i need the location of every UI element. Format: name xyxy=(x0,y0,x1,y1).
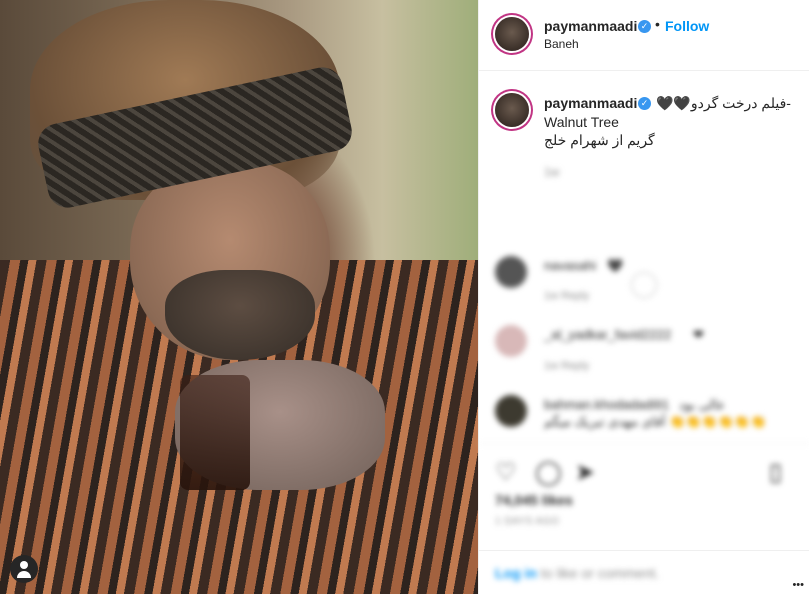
likes-count[interactable]: 74,045 likes xyxy=(495,492,573,508)
share-icon[interactable]: ➤ xyxy=(575,458,595,487)
post-photo[interactable] xyxy=(0,0,478,594)
verified-icon: ✓ xyxy=(638,97,651,110)
more-options-icon[interactable]: ••• xyxy=(792,579,804,591)
login-link[interactable]: Log in xyxy=(495,565,537,581)
heart-icon[interactable]: ♡ xyxy=(495,458,517,487)
post-date: 1 DAYS AGO xyxy=(495,516,560,527)
post-header: paymanmaadi ✓ • Follow Baneh xyxy=(479,0,809,71)
comment-avatar[interactable] xyxy=(495,395,527,427)
login-prompt: Log in to like or comment. ••• xyxy=(479,550,809,595)
comment-user[interactable]: bahman.khodadadi91 xyxy=(544,397,669,412)
comment-meta[interactable]: 1w Reply xyxy=(544,290,589,302)
verified-icon: ✓ xyxy=(638,20,651,33)
comment-text-line-2: آقای مهدی تبریک میگم 👏👏👏👏👏👏 xyxy=(544,414,767,429)
caption-avatar[interactable] xyxy=(495,93,529,127)
separator-dot: • xyxy=(655,16,660,32)
caption-username[interactable]: paymanmaadi xyxy=(544,95,637,111)
action-bar: ♡ ◯ ➤ ▯ xyxy=(479,443,809,486)
post-side-panel: paymanmaadi ✓ • Follow Baneh paymanmaadi… xyxy=(478,0,809,594)
photo-region xyxy=(165,270,315,360)
caption-line-2: Walnut Tree xyxy=(544,114,619,130)
comment-user[interactable]: _al_yadkar_favid2222 xyxy=(544,327,671,342)
login-text: Log in to like or comment. xyxy=(495,565,659,581)
username-link[interactable]: paymanmaadi xyxy=(544,18,637,34)
login-rest: to like or comment. xyxy=(537,565,660,581)
caption-timestamp: 1w xyxy=(544,165,560,179)
comment-user[interactable]: navasahi xyxy=(544,258,596,273)
caption-line-1: -فیلم درخت گردو🖤🖤 xyxy=(656,95,791,111)
comment-text: ❤ xyxy=(693,327,704,342)
comment-avatar[interactable] xyxy=(495,325,527,357)
comment-meta[interactable]: 1w Reply xyxy=(544,360,589,372)
plus-circle-icon[interactable] xyxy=(631,272,657,298)
bookmark-icon[interactable]: ▯ xyxy=(769,458,782,487)
caption-line-3: گریم از شهرام خلج xyxy=(544,132,655,148)
comment-text: 🖤 xyxy=(607,258,624,273)
follow-button[interactable]: Follow xyxy=(665,18,709,34)
user-tag-icon[interactable] xyxy=(10,555,38,583)
avatar[interactable] xyxy=(495,17,529,51)
comment-avatar[interactable] xyxy=(495,256,527,288)
comment-icon[interactable]: ◯ xyxy=(535,458,562,487)
photo-region xyxy=(180,375,250,490)
comment-text: عالی بود xyxy=(679,397,726,412)
location-link[interactable]: Baneh xyxy=(544,37,579,51)
